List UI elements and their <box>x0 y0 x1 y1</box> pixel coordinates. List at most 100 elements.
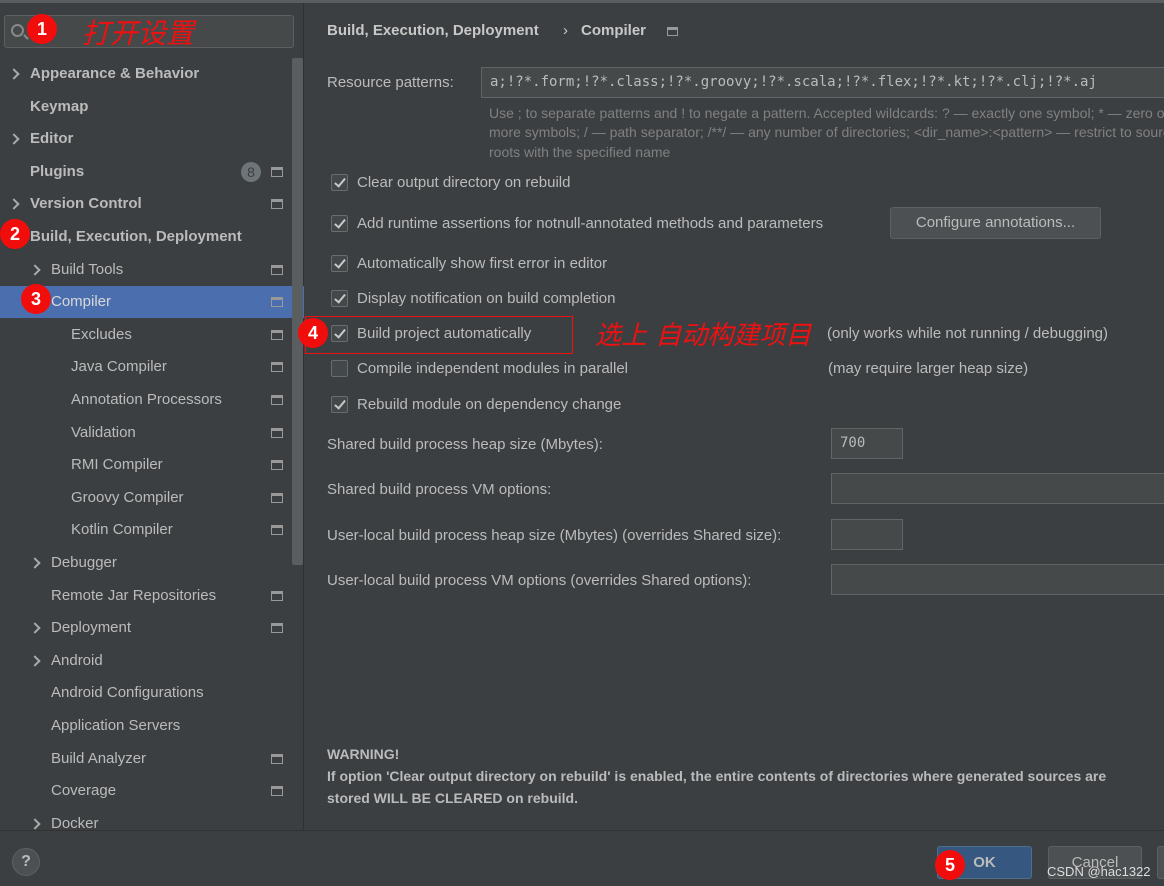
sidebar-item[interactable]: Android Configurations <box>0 677 290 709</box>
field-label: User-local build process heap size (Mbyt… <box>327 527 782 544</box>
checkbox-label[interactable]: Add runtime assertions for notnull-annot… <box>357 215 823 232</box>
sidebar-item[interactable]: Appearance & Behavior <box>0 58 290 90</box>
chevron-right-icon[interactable] <box>8 133 20 145</box>
sidebar-item-label: Debugger <box>51 554 117 571</box>
project-settings-icon <box>271 753 283 764</box>
sidebar-item-label: Remote Jar Repositories <box>51 586 217 604</box>
update-count-badge: 8 <box>241 161 261 182</box>
field-label: Shared build process VM options: <box>327 481 552 498</box>
sidebar-item-label: Keymap <box>30 97 89 115</box>
checkbox-label[interactable]: Rebuild module on dependency change <box>357 396 621 413</box>
checkbox[interactable] <box>331 255 348 272</box>
compiler-settings-panel: Build, Execution, Deployment › Compiler … <box>305 3 1164 830</box>
project-settings-icon <box>271 166 283 177</box>
checkbox[interactable] <box>331 396 348 413</box>
sidebar-item[interactable]: Plugins 8 <box>0 156 290 188</box>
sidebar-item[interactable]: RMI Compiler <box>0 449 290 481</box>
sidebar-item[interactable]: Version Control <box>0 188 290 220</box>
resource-hint-line: more symbols; / — path separator; /**/ —… <box>489 124 1164 140</box>
watermark: CSDN @hac1322 <box>1047 864 1151 879</box>
chevron-right-icon[interactable] <box>29 655 41 667</box>
step-marker: 1 <box>27 14 57 44</box>
sidebar-scrollbar[interactable] <box>292 58 303 565</box>
sidebar-item-label: Java Compiler <box>71 358 167 376</box>
project-settings-icon <box>271 199 283 210</box>
sidebar-item[interactable]: Excludes <box>0 319 290 351</box>
search-icon <box>11 24 24 37</box>
checkbox-label[interactable]: Display notification on build completion <box>357 290 615 307</box>
project-settings-icon <box>271 395 283 405</box>
warning-title: WARNING! <box>327 746 400 762</box>
sidebar-item[interactable]: Editor <box>0 123 290 155</box>
breadcrumb-separator-icon: › <box>563 22 568 39</box>
sidebar-item[interactable]: Remote Jar Repositories <box>0 580 290 612</box>
help-button[interactable]: ? <box>12 848 40 876</box>
field-label: User-local build process VM options (ove… <box>327 572 752 589</box>
resource-patterns-label: Resource patterns: <box>327 74 454 91</box>
sidebar-item[interactable]: Build, Execution, Deployment <box>0 221 290 253</box>
chevron-right-icon[interactable] <box>29 622 41 634</box>
annotation-build-automatically: 选上 自动构建项目 <box>595 321 812 351</box>
project-settings-icon <box>271 786 283 797</box>
checkbox-label[interactable]: Clear output directory on rebuild <box>357 174 570 191</box>
sidebar-item[interactable]: Android <box>0 645 290 677</box>
sidebar-item[interactable]: Debugger <box>0 547 290 579</box>
checkbox-label[interactable]: Compile independent modules in parallel <box>357 360 628 377</box>
chevron-right-icon[interactable] <box>29 557 41 569</box>
project-settings-icon <box>271 590 283 601</box>
sidebar-item-label: Plugins <box>30 162 85 180</box>
user-vm-options-input[interactable] <box>831 564 1164 595</box>
sidebar-item-label: Validation <box>71 423 136 441</box>
sidebar-item[interactable]: Application Servers <box>0 710 290 742</box>
sidebar-item-label: Deployment <box>51 619 132 637</box>
build-automatically-note: (only works while not running / debuggin… <box>827 325 1108 342</box>
chevron-right-icon[interactable] <box>29 818 41 830</box>
resource-patterns-input[interactable]: a;!?*.form;!?*.class;!?*.groovy;!?*.scal… <box>481 67 1164 98</box>
step-marker: 4 <box>298 318 328 348</box>
chevron-right-icon[interactable] <box>8 198 20 211</box>
project-settings-icon <box>271 362 283 373</box>
settings-sidebar: 打开设置 Appearance & Behavior Keymap Editor Pl… <box>0 3 304 832</box>
sidebar-item[interactable]: Annotation Processors <box>0 384 290 416</box>
sidebar-item-label: Android Configurations <box>51 684 204 702</box>
sidebar-item[interactable]: Groovy Compiler <box>0 482 290 514</box>
checkbox[interactable] <box>331 360 348 377</box>
sidebar-item[interactable]: Build Analyzer <box>0 743 290 775</box>
breadcrumb-parent[interactable]: Build, Execution, Deployment <box>327 22 539 39</box>
apply-button[interactable] <box>1157 846 1164 879</box>
sidebar-item[interactable]: Kotlin Compiler <box>0 514 290 546</box>
project-settings-icon <box>271 525 283 536</box>
parallel-note: (may require larger heap size) <box>828 360 1029 377</box>
sidebar-item-label: Version Control <box>30 195 142 213</box>
step-marker: 5 <box>935 850 965 880</box>
configure-annotations-button[interactable]: Configure annotations... <box>890 207 1101 239</box>
sidebar-item-label: Excludes <box>71 325 132 343</box>
sidebar-item-label: Build Tools <box>51 260 124 278</box>
step-marker: 2 <box>0 219 30 249</box>
shared-vm-options-input[interactable] <box>831 473 1164 504</box>
user-heap-size-input[interactable] <box>831 519 903 550</box>
project-settings-icon <box>271 427 283 438</box>
checkbox[interactable] <box>331 215 348 232</box>
resource-hint-line: Use ; to separate patterns and ! to nega… <box>489 105 1164 121</box>
project-settings-icon <box>271 297 283 308</box>
chevron-right-icon[interactable] <box>29 263 41 276</box>
field-label: Shared build process heap size (Mbytes): <box>327 436 603 453</box>
shared-heap-size-input[interactable]: 700 <box>831 428 903 459</box>
chevron-right-icon[interactable] <box>8 68 20 80</box>
checkbox[interactable] <box>331 174 348 191</box>
sidebar-item[interactable]: Build Tools <box>0 254 290 286</box>
sidebar-item[interactable]: Java Compiler <box>0 351 290 383</box>
annotation-open-settings: 打开设置 <box>82 17 195 50</box>
sidebar-item[interactable]: Validation <box>0 417 290 449</box>
sidebar-item[interactable]: Keymap <box>0 91 290 123</box>
project-settings-icon <box>667 27 678 36</box>
project-settings-icon <box>271 329 283 340</box>
sidebar-item-label: RMI Compiler <box>71 456 163 474</box>
checkbox[interactable] <box>331 290 348 307</box>
sidebar-item-label: Android <box>51 651 103 669</box>
sidebar-item[interactable]: Deployment <box>0 612 290 644</box>
sidebar-item[interactable]: Coverage <box>0 775 290 807</box>
checkbox-label[interactable]: Automatically show first error in editor <box>357 255 607 272</box>
dialog-footer: ? OK Cancel CSDN @hac1322 <box>0 830 1164 886</box>
